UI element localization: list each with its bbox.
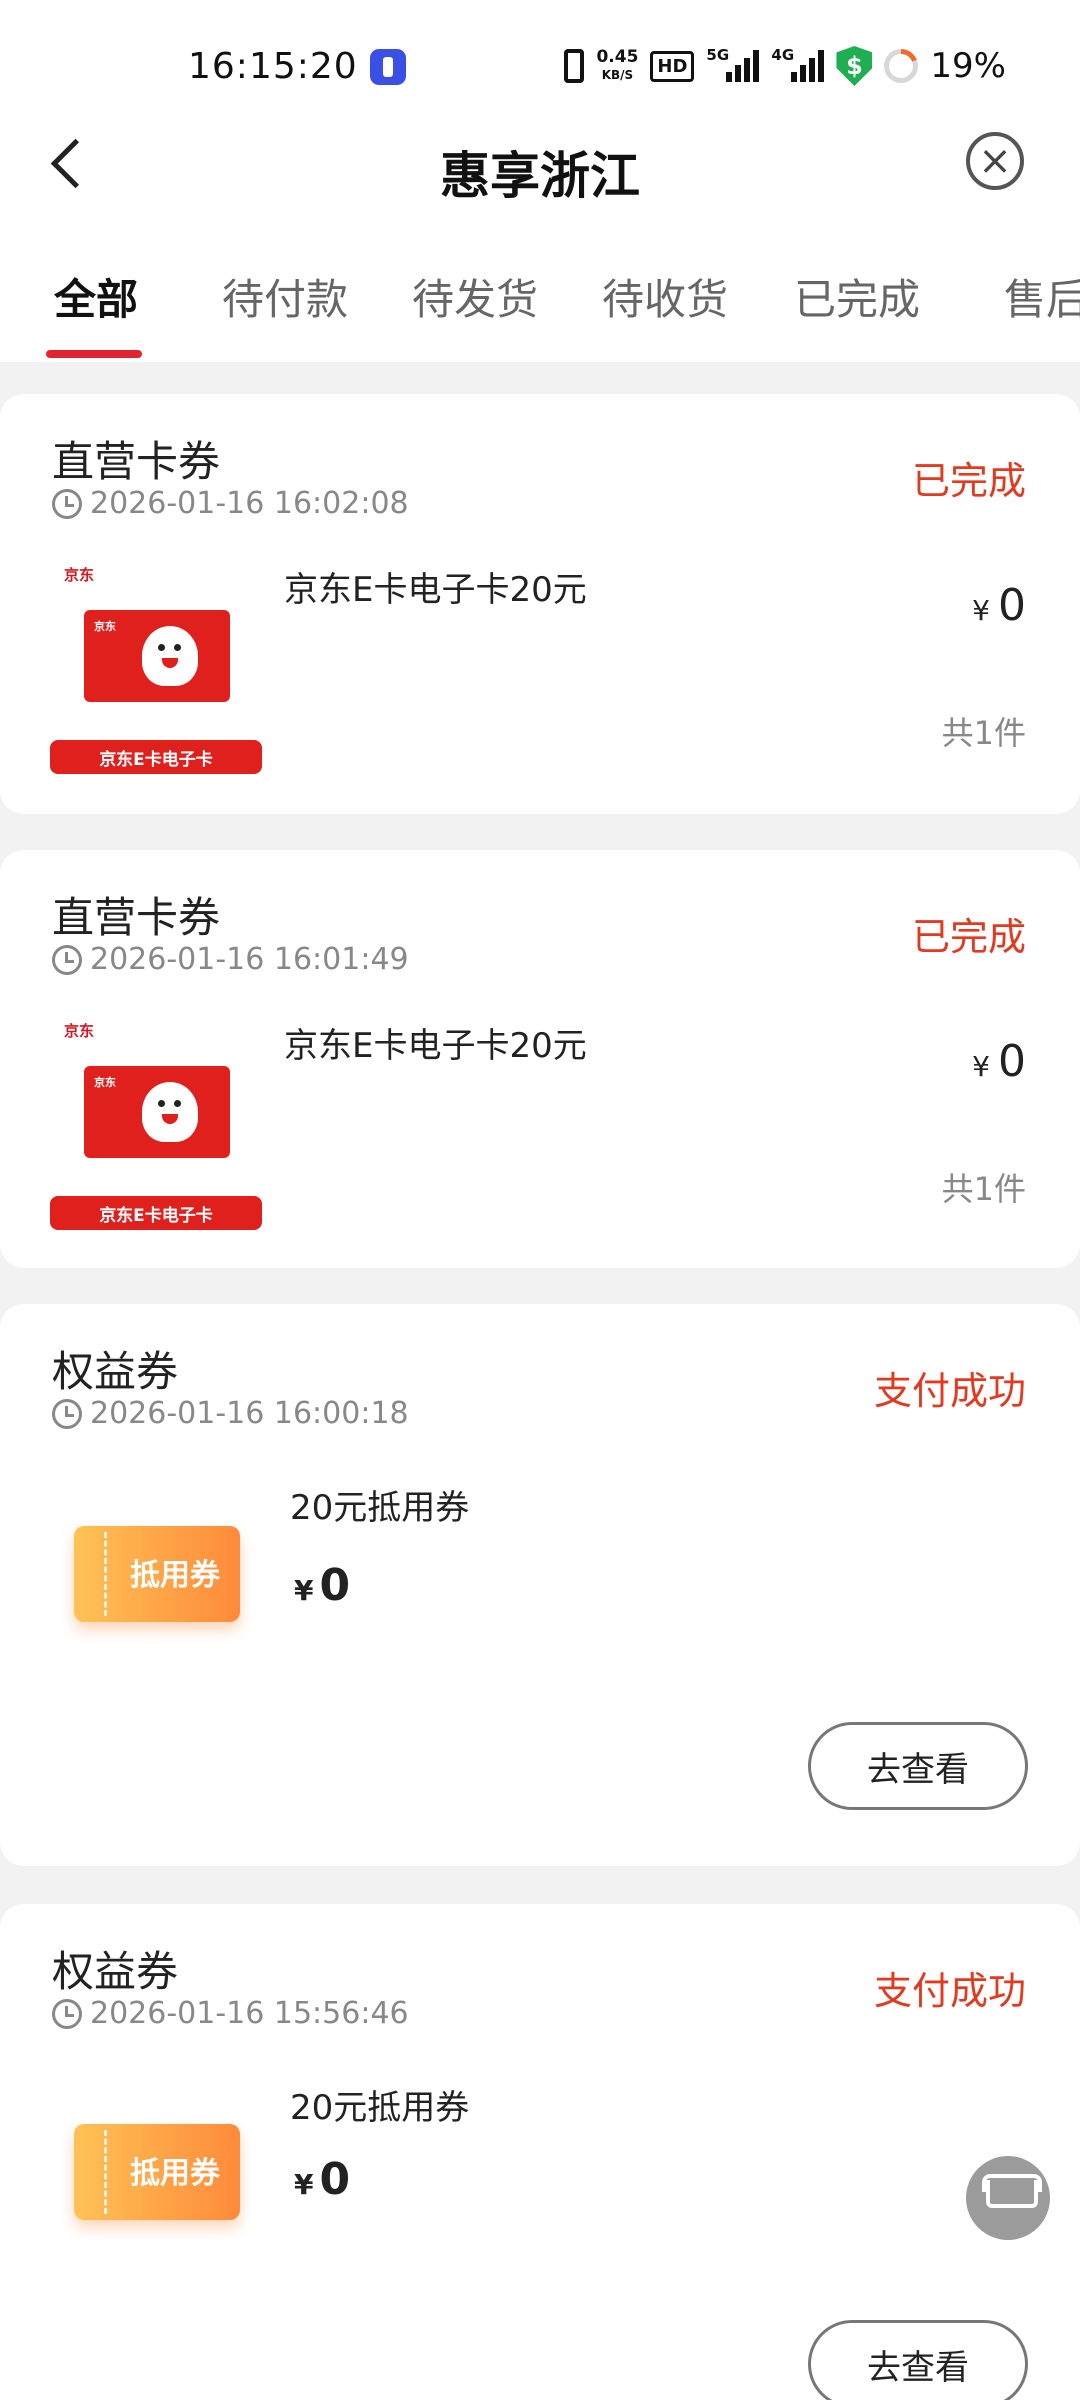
store-name: 权益券: [52, 1947, 179, 1996]
order-time: 2026-01-16 15:56:46: [52, 1996, 409, 2031]
battery-icon: [884, 49, 919, 83]
order-status: 已完成: [911, 459, 1026, 503]
item-count: 共1件: [941, 714, 1026, 752]
page-title: 惠享浙江: [440, 147, 640, 205]
signal-5g-label: 5G: [706, 46, 730, 64]
order-time-text: 2026-01-16 16:00:18: [90, 1396, 409, 1431]
coupon-thumbnail-label: 抵用券: [130, 1558, 220, 1593]
tab-pending-shipment[interactable]: 待发货: [412, 266, 538, 327]
store-name: 直营卡券: [52, 437, 221, 486]
thumbnail-label: 京东E卡电子卡: [50, 1196, 262, 1230]
jd-mascot-icon: [142, 1082, 198, 1142]
product-name[interactable]: 20元抵用券: [290, 1480, 469, 1529]
status-time: 16:15:20: [188, 46, 358, 87]
order-status: 支付成功: [873, 1969, 1026, 2013]
clock-icon: [52, 488, 82, 519]
coupon-thumbnail[interactable]: 抵用券: [74, 2124, 240, 2220]
product-price: ¥ 0: [972, 580, 1026, 631]
jd-card-image: 京东: [84, 610, 230, 702]
tab-pending-receipt[interactable]: 待收货: [602, 266, 728, 327]
network-speed: 0.45 KB/S: [596, 46, 639, 84]
product-name[interactable]: 京东E卡电子卡20元: [284, 562, 587, 611]
currency-symbol: ¥: [972, 1050, 990, 1083]
product-thumbnail[interactable]: 京东 京东 京东E卡电子卡: [50, 1020, 262, 1230]
floating-home-button[interactable]: [966, 2156, 1050, 2240]
view-button[interactable]: 去查看: [808, 1722, 1028, 1810]
view-button[interactable]: 去查看: [808, 2320, 1028, 2400]
product-price: ¥ 0: [972, 1036, 1026, 1087]
order-time-text: 2026-01-16 16:02:08: [90, 486, 409, 521]
close-button[interactable]: ×: [966, 132, 1024, 190]
jd-logo: 京东: [64, 566, 95, 584]
signal-5g-icon: 5G: [706, 46, 760, 82]
order-time: 2026-01-16 16:00:18: [52, 1396, 409, 1431]
order-card[interactable]: 直营卡券 2026-01-16 16:02:08 已完成 京东 京东 京东E卡电…: [0, 394, 1080, 814]
battery-level: 19%: [930, 46, 1006, 86]
clock-icon: [52, 1398, 82, 1429]
jd-logo: 京东: [64, 1022, 95, 1040]
nav-header: 惠享浙江 ×: [0, 100, 1080, 230]
store-name: 直营卡券: [52, 893, 221, 942]
order-time: 2026-01-16 16:01:49: [52, 942, 409, 977]
coupon-thumbnail-label: 抵用券: [130, 2156, 220, 2191]
tab-pending-payment[interactable]: 待付款: [222, 266, 348, 327]
order-time: 2026-01-16 16:02:08: [52, 486, 409, 521]
coupon-thumbnail[interactable]: 抵用券: [74, 1526, 240, 1622]
flashlight-app-icon: [370, 49, 406, 85]
order-status: 支付成功: [873, 1369, 1026, 1413]
order-time-text: 2026-01-16 16:01:49: [90, 942, 409, 977]
price-value: 0: [998, 1036, 1026, 1087]
product-thumbnail[interactable]: 京东 京东 京东E卡电子卡: [50, 564, 262, 774]
vibrate-icon: [564, 49, 585, 83]
currency-symbol: ¥: [294, 1574, 314, 1607]
order-card[interactable]: 直营卡券 2026-01-16 16:01:49 已完成 京东 京东 京东E卡电…: [0, 850, 1080, 1268]
order-card[interactable]: 权益券 2026-01-16 16:00:18 支付成功 抵用券 20元抵用券 …: [0, 1304, 1080, 1866]
jd-mascot-icon: [142, 626, 198, 686]
price-value: 0: [319, 2154, 351, 2205]
currency-symbol: ¥: [294, 2168, 314, 2201]
product-name[interactable]: 京东E卡电子卡20元: [284, 1018, 587, 1067]
signal-4g-label: 4G: [771, 46, 795, 64]
clock-icon: [52, 944, 82, 975]
order-tabs: 全部 待付款 待发货 待收货 已完成 售后: [0, 230, 1080, 362]
jd-card-logo: 京东: [94, 1076, 116, 1089]
tab-completed[interactable]: 已完成: [794, 266, 920, 327]
item-count: 共1件: [941, 1170, 1026, 1208]
tab-after-sales[interactable]: 售后: [1004, 266, 1080, 327]
order-status: 已完成: [911, 915, 1026, 959]
hd-icon: HD: [650, 50, 695, 82]
security-shield-icon: $: [836, 46, 873, 86]
jd-card-image: 京东: [84, 1066, 230, 1158]
price-value: 0: [998, 580, 1026, 631]
thumbnail-label: 京东E卡电子卡: [50, 740, 262, 774]
price-value: 0: [319, 1560, 351, 1611]
close-icon: ×: [978, 138, 1012, 184]
network-speed-value: 0.45: [596, 46, 639, 67]
order-time-text: 2026-01-16 15:56:46: [90, 1996, 409, 2031]
tab-all[interactable]: 全部: [54, 266, 138, 327]
store-name: 权益券: [52, 1347, 179, 1396]
product-price: ¥ 0: [294, 2154, 350, 2205]
signal-4g-icon: 4G: [771, 46, 825, 82]
clock-icon: [52, 1998, 82, 2029]
network-speed-unit: KB/S: [601, 67, 634, 82]
jd-card-logo: 京东: [94, 620, 116, 633]
product-price: ¥ 0: [294, 1560, 350, 1611]
currency-symbol: ¥: [972, 594, 990, 627]
active-tab-indicator: [46, 350, 142, 358]
product-name[interactable]: 20元抵用券: [290, 2080, 469, 2129]
status-indicators: 0.45 KB/S HD 5G 4G $ 19%: [564, 44, 1006, 88]
order-card[interactable]: 权益券 2026-01-16 15:56:46 支付成功 抵用券 20元抵用券 …: [0, 1904, 1080, 2400]
